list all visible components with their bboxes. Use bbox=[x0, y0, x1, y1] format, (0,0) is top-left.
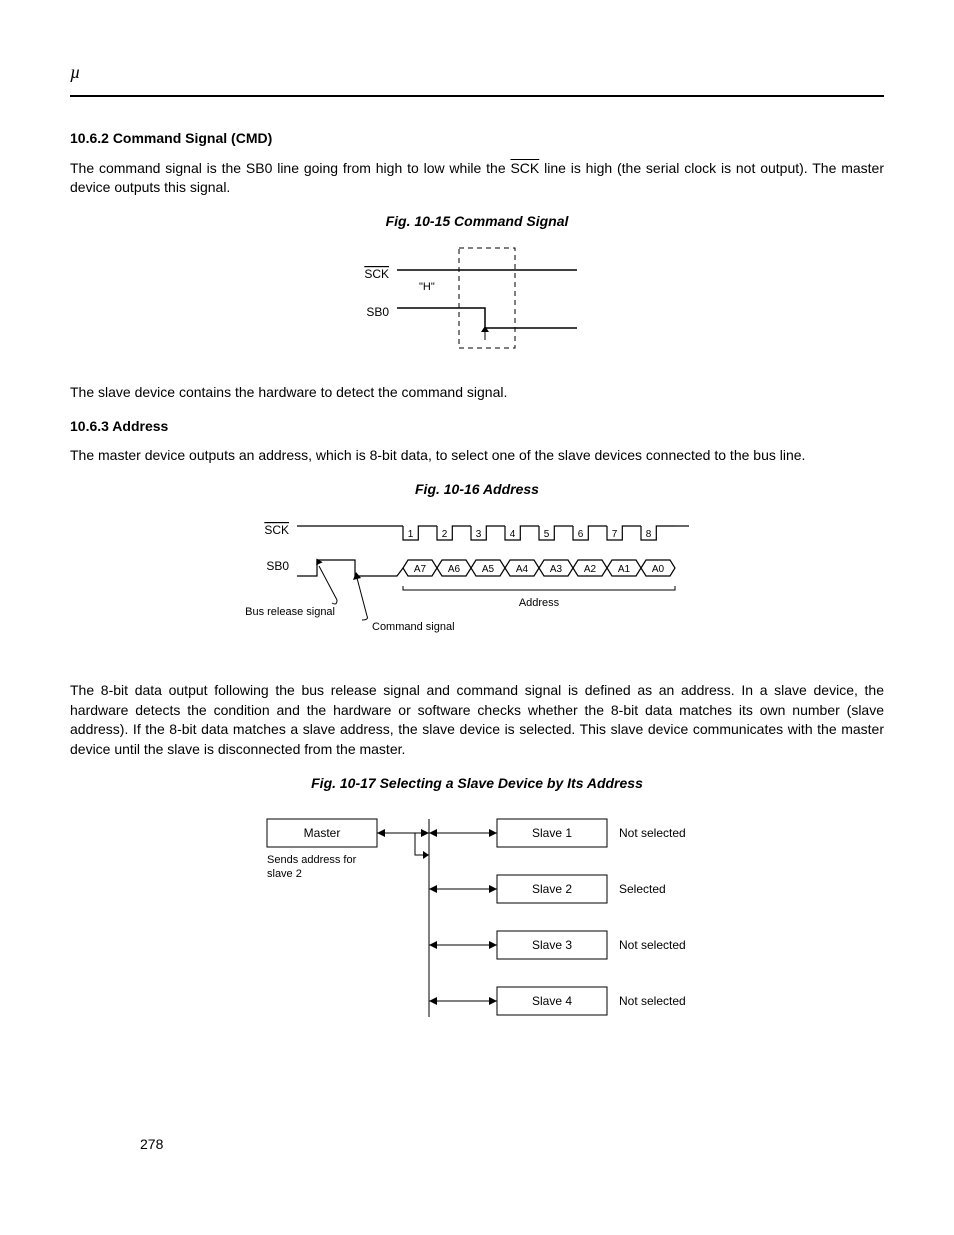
heading-10-6-2: 10.6.2 Command Signal (CMD) bbox=[70, 129, 884, 149]
fig15-h-label: "H" bbox=[419, 281, 435, 293]
header-mu: µ bbox=[70, 60, 884, 85]
svg-text:Selected: Selected bbox=[619, 882, 666, 896]
svg-text:3: 3 bbox=[476, 529, 482, 540]
svg-text:8: 8 bbox=[646, 529, 652, 540]
svg-text:Slave 4: Slave 4 bbox=[532, 994, 572, 1008]
svg-text:A6: A6 bbox=[448, 564, 461, 575]
fig16-cmd-signal-label: Command signal bbox=[372, 621, 455, 633]
svg-text:A4: A4 bbox=[516, 564, 529, 575]
svg-text:Slave 3: Slave 3 bbox=[532, 938, 572, 952]
svg-text:A0: A0 bbox=[652, 564, 665, 575]
svg-text:7: 7 bbox=[612, 529, 618, 540]
para-cmd-signal: The command signal is the SB0 line going… bbox=[70, 159, 884, 198]
para-slave-hardware: The slave device contains the hardware t… bbox=[70, 383, 884, 403]
svg-text:A3: A3 bbox=[550, 564, 563, 575]
heading-10-6-3: 10.6.3 Address bbox=[70, 417, 884, 437]
fig-10-16-caption: Fig. 10-16 Address bbox=[70, 480, 884, 500]
fig-10-16: SCK SB0 1 2 3 4 5 6 7 8 A7 A6 A5 A4 A3 A2 A1 A0 Bus re… bbox=[70, 508, 884, 664]
svg-text:Slave 1: Slave 1 bbox=[532, 826, 572, 840]
fig16-sck-label: SCK bbox=[264, 523, 289, 537]
svg-text:Not selected: Not selected bbox=[619, 826, 686, 840]
para-address-intro: The master device outputs an address, wh… bbox=[70, 446, 884, 466]
svg-text:5: 5 bbox=[544, 529, 550, 540]
fig17-master-label: Master bbox=[304, 826, 341, 840]
svg-text:Slave 2: Slave 2 bbox=[532, 882, 572, 896]
fig17-sends-label-2: slave 2 bbox=[267, 868, 302, 880]
fig-10-15: SCK "H" SB0 bbox=[70, 240, 884, 366]
para-cmd-a: The command signal is the SB0 line going… bbox=[70, 160, 510, 176]
svg-text:A5: A5 bbox=[482, 564, 495, 575]
fig16-sb0-label: SB0 bbox=[266, 559, 289, 573]
svg-text:6: 6 bbox=[578, 529, 584, 540]
svg-text:4: 4 bbox=[510, 529, 516, 540]
svg-text:A1: A1 bbox=[618, 564, 631, 575]
svg-text:1: 1 bbox=[408, 529, 414, 540]
fig16-address-label: Address bbox=[519, 597, 560, 609]
svg-text:A2: A2 bbox=[584, 564, 597, 575]
fig15-sck-label: SCK bbox=[364, 267, 389, 281]
fig-10-17: Master Sends address for slave 2 Slave 1… bbox=[70, 801, 884, 1057]
header-rule bbox=[70, 95, 884, 97]
fig-10-15-caption: Fig. 10-15 Command Signal bbox=[70, 212, 884, 232]
fig17-sends-label-1: Sends address for bbox=[267, 854, 357, 866]
svg-text:Not selected: Not selected bbox=[619, 938, 686, 952]
fig16-bus-release-label: Bus release signal bbox=[245, 606, 335, 618]
svg-text:Not selected: Not selected bbox=[619, 994, 686, 1008]
sck-overline: SCK bbox=[510, 160, 539, 176]
svg-text:2: 2 bbox=[442, 529, 448, 540]
fig15-sb0-label: SB0 bbox=[366, 305, 389, 319]
fig-10-17-caption: Fig. 10-17 Selecting a Slave Device by I… bbox=[70, 774, 884, 794]
page-number: 278 bbox=[140, 1135, 163, 1155]
para-address-explain: The 8-bit data output following the bus … bbox=[70, 681, 884, 759]
svg-text:A7: A7 bbox=[414, 564, 427, 575]
